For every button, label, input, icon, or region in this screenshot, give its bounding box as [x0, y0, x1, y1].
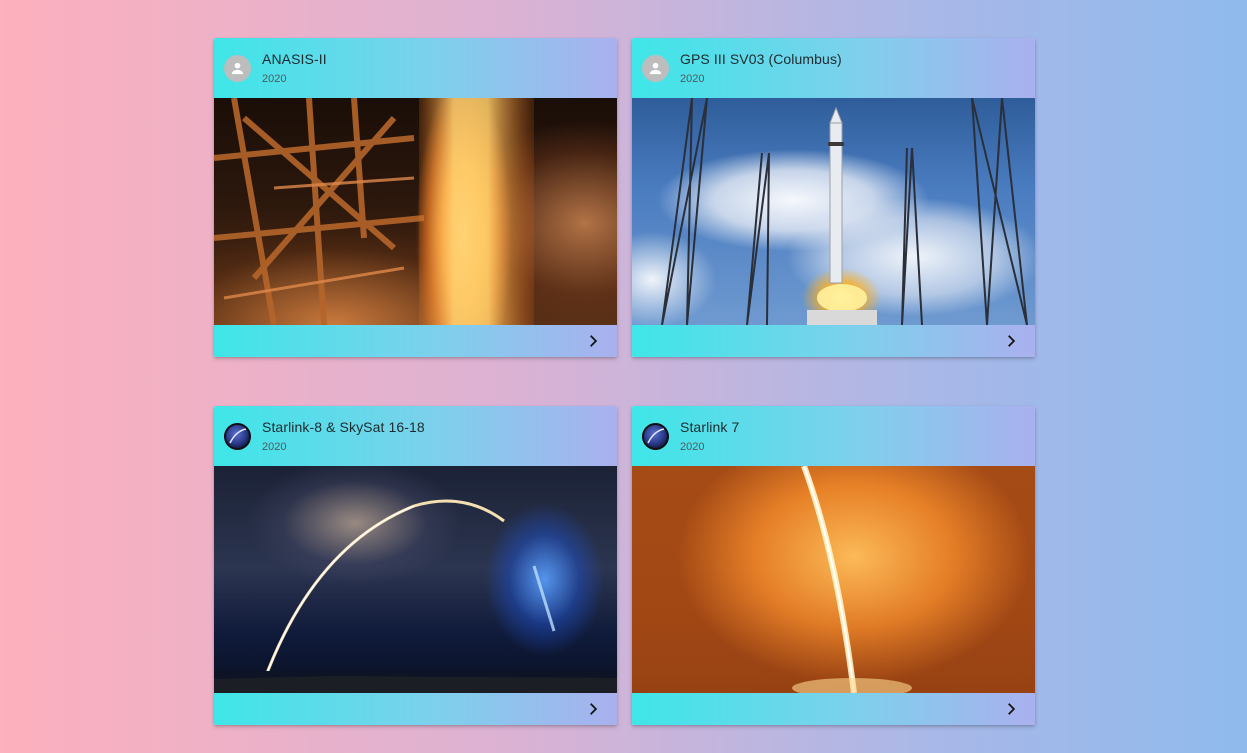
launch-streak-graphic	[792, 466, 912, 693]
launch-arc-graphic	[214, 499, 617, 693]
mission-patch-icon	[224, 423, 251, 450]
card-actions	[632, 325, 1035, 357]
person-icon	[642, 55, 669, 82]
chevron-right-icon[interactable]	[999, 697, 1023, 721]
card-actions	[214, 325, 617, 357]
card-header: Starlink-8 & SkySat 16-18 2020	[214, 406, 617, 466]
card-year: 2020	[262, 441, 287, 453]
launch-image	[632, 466, 1035, 693]
card-header: Starlink 7 2020	[632, 406, 1035, 466]
launch-card: GPS III SV03 (Columbus) 2020	[632, 38, 1035, 357]
launch-card: ANASIS-II 2020	[214, 38, 617, 357]
launch-card: Starlink 7 2020	[632, 406, 1035, 725]
launch-image	[632, 98, 1035, 325]
launch-image	[214, 98, 617, 325]
card-year: 2020	[680, 73, 705, 85]
card-header: ANASIS-II 2020	[214, 38, 617, 98]
rocket-pad-graphic	[661, 98, 1028, 325]
card-title: GPS III SV03 (Columbus)	[680, 51, 842, 67]
chevron-right-icon[interactable]	[581, 329, 605, 353]
launch-card: Starlink-8 & SkySat 16-18 2020	[214, 406, 617, 725]
chevron-right-icon[interactable]	[581, 697, 605, 721]
chevron-right-icon[interactable]	[999, 329, 1023, 353]
launch-tower-graphic	[214, 98, 534, 325]
card-year: 2020	[262, 73, 287, 85]
card-year: 2020	[680, 441, 705, 453]
mission-patch-icon	[642, 423, 669, 450]
card-actions	[214, 693, 617, 725]
card-title: Starlink-8 & SkySat 16-18	[262, 419, 425, 435]
person-icon	[224, 55, 251, 82]
card-title: Starlink 7	[680, 419, 740, 435]
card-title: ANASIS-II	[262, 51, 327, 67]
launch-image	[214, 466, 617, 693]
card-actions	[632, 693, 1035, 725]
card-header: GPS III SV03 (Columbus) 2020	[632, 38, 1035, 98]
